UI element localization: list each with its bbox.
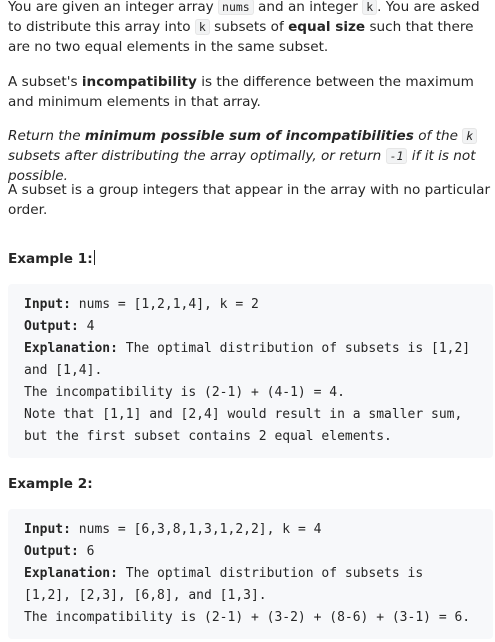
bold-text: equal size <box>288 19 366 35</box>
paragraph-subset-definition: A subset is a group integers that appear… <box>8 182 491 218</box>
text: Return the <box>8 128 85 144</box>
output-label: Output: <box>24 544 79 559</box>
text: subsets of <box>209 19 289 35</box>
text: and an integer <box>253 0 363 15</box>
input-label: Input: <box>24 522 71 537</box>
bold-text: incompatibility <box>81 74 197 90</box>
explanation-label: Explanation: <box>24 566 118 581</box>
inline-code-k: k <box>462 128 478 144</box>
example-1-block: Input: nums = [1,2,1,4], k = 2 Output: 4… <box>8 284 493 458</box>
inline-code-k: k <box>194 19 210 35</box>
bold-text: minimum possible sum of incompatibilitie… <box>84 128 414 144</box>
title-text: Example 1: <box>8 251 93 267</box>
paragraph-intro: You are given an integer array nums and … <box>8 0 492 57</box>
input-value: nums = [1,2,1,4], k = 2 <box>70 297 259 312</box>
text: subsets after distributing the array opt… <box>8 148 386 164</box>
example-1-title: Example 1: <box>8 249 95 269</box>
inline-code-minus-one: -1 <box>385 148 408 164</box>
example-2-block: Input: nums = [6,3,8,1,3,1,2,2], k = 4 O… <box>8 509 493 639</box>
output-label: Output: <box>24 319 79 334</box>
paragraph-incompatibility: A subset's incompatibility is the differ… <box>8 72 492 112</box>
text-cursor <box>93 250 95 265</box>
inline-code-nums: nums <box>218 0 254 15</box>
example-2-title: Example 2: <box>8 476 93 492</box>
input-label: Input: <box>24 297 71 312</box>
text: You are given an integer array <box>8 0 219 15</box>
output-value: 4 <box>78 319 95 334</box>
text: A subset's <box>8 74 82 90</box>
output-value: 6 <box>78 544 95 559</box>
explanation-label: Explanation: <box>24 341 118 356</box>
inline-code-k: k <box>362 0 378 15</box>
explanation-text: The optimal distribution of subsets is [… <box>24 341 471 444</box>
paragraph-return: Return the minimum possible sum of incom… <box>8 126 492 186</box>
text: of the <box>413 128 463 144</box>
input-value: nums = [6,3,8,1,3,1,2,2], k = 4 <box>70 522 322 537</box>
